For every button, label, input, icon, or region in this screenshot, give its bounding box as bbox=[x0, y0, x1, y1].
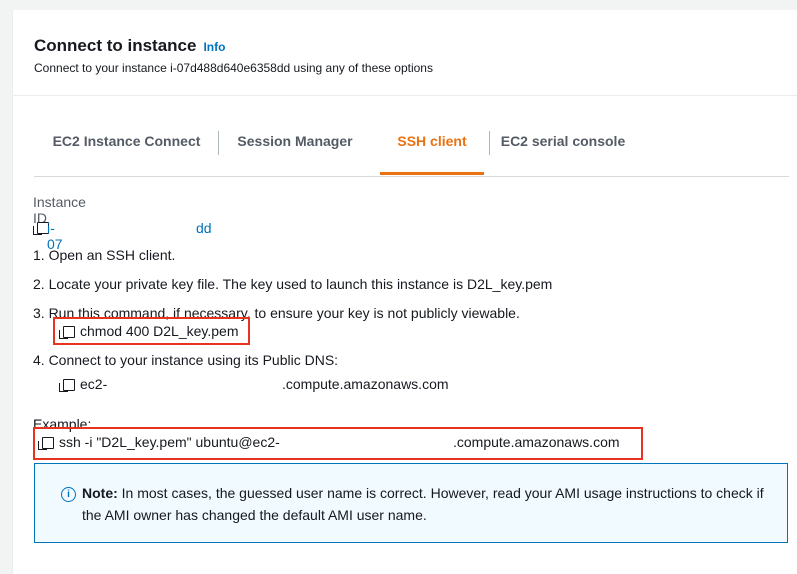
tab-session-manager[interactable]: Session Manager bbox=[219, 120, 371, 175]
note-text: Note: In most cases, the guessed user na… bbox=[82, 482, 782, 526]
page-title: Connect to instance bbox=[34, 36, 197, 55]
tab-ec2-serial-console[interactable]: EC2 serial console bbox=[490, 120, 636, 175]
step-2: 2. Locate your private key file. The key… bbox=[33, 276, 553, 292]
ssh-command-end: .compute.amazonaws.com bbox=[453, 434, 620, 450]
note-body: In most cases, the guessed user name is … bbox=[82, 485, 764, 523]
ssh-command-start: ssh -i "D2L_key.pem" ubuntu@ec2- bbox=[59, 434, 280, 450]
copy-icon[interactable] bbox=[38, 437, 54, 450]
page-subtitle: Connect to your instance i-07d488d640e63… bbox=[34, 61, 433, 75]
copy-icon[interactable] bbox=[59, 379, 75, 392]
copy-icon[interactable] bbox=[59, 326, 75, 339]
step-4: 4. Connect to your instance using its Pu… bbox=[33, 352, 339, 368]
note-prefix: Note: bbox=[82, 485, 118, 501]
public-dns-start: ec2- bbox=[80, 376, 108, 392]
connect-to-instance-panel: Connect to instance Info Connect to your… bbox=[12, 10, 797, 574]
step-1: 1. Open an SSH client. bbox=[33, 247, 176, 263]
tab-ssh-client[interactable]: SSH client bbox=[380, 120, 484, 175]
note-alert: i Note: In most cases, the guessed user … bbox=[34, 463, 788, 543]
instance-id-link-end[interactable]: dd bbox=[196, 220, 212, 236]
panel-header: Connect to instance Info Connect to your… bbox=[13, 10, 797, 96]
public-dns-end: .compute.amazonaws.com bbox=[282, 376, 449, 392]
tab-ec2-instance-connect[interactable]: EC2 Instance Connect bbox=[34, 120, 219, 175]
page-background-strip bbox=[0, 0, 7, 574]
info-icon: i bbox=[61, 487, 76, 502]
info-link[interactable]: Info bbox=[203, 40, 225, 54]
connection-tabs: EC2 Instance Connect Session Manager SSH… bbox=[34, 120, 789, 177]
chmod-command: chmod 400 D2L_key.pem bbox=[80, 323, 239, 339]
title-row: Connect to instance Info bbox=[34, 36, 225, 56]
